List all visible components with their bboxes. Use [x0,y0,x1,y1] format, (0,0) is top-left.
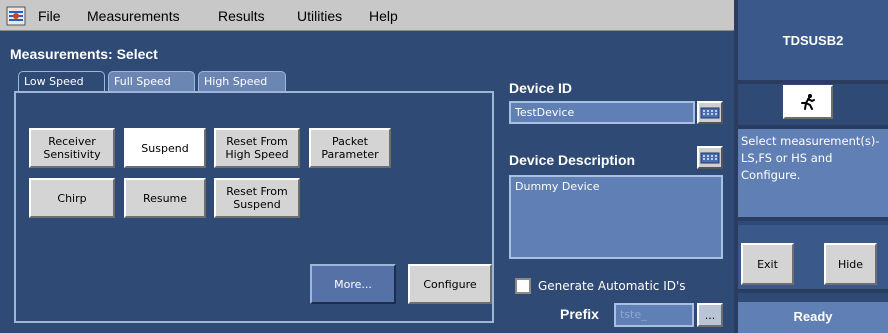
prefix-label: Prefix [560,306,599,322]
resume-button[interactable]: Resume [124,178,206,218]
chirp-button[interactable]: Chirp [29,178,115,218]
device-id-field[interactable]: TestDevice [509,101,695,124]
exit-button[interactable]: Exit [741,243,794,285]
menu-utilities[interactable]: Utilities [297,8,342,24]
tab-low-speed[interactable]: Low Speed [18,71,105,91]
app-logo-icon[interactable] [6,6,26,26]
device-description-label: Device Description [509,152,636,168]
prefix-field[interactable]: tste_ [614,303,694,327]
more-button[interactable]: More... [310,264,396,304]
menu-results[interactable]: Results [218,8,265,24]
generate-ids-checkbox[interactable] [515,278,531,294]
device-id-label: Device ID [509,80,573,96]
status-text: Ready [738,302,888,333]
running-man-icon [801,94,815,110]
side-title: TDSUSB2 [782,33,844,48]
run-button[interactable] [783,85,833,119]
device-description-keyboard-button[interactable] [697,146,723,169]
suspend-button[interactable]: Suspend [124,128,206,168]
tab-full-speed[interactable]: Full Speed [108,71,195,91]
device-description-field[interactable]: Dummy Device [509,175,723,259]
reset-from-suspend-button[interactable]: Reset From Suspend [214,178,300,218]
prefix-browse-button[interactable]: ... [697,303,723,327]
generate-ids-label: Generate Automatic ID's [538,279,686,293]
side-info-text: Select measurement(s)- LS,FS or HS and C… [738,125,888,221]
receiver-sensitivity-button[interactable]: Receiver Sensitivity [29,128,115,168]
packet-parameter-button[interactable]: Packet Parameter [309,128,391,168]
menu-measurements[interactable]: Measurements [87,8,180,24]
device-id-keyboard-button[interactable] [697,101,723,124]
reset-from-high-speed-button[interactable]: Reset From High Speed [214,128,300,168]
section-title: Measurements: Select [10,46,158,62]
tab-high-speed[interactable]: High Speed [198,71,286,91]
menu-file[interactable]: File [38,8,61,24]
menu-help[interactable]: Help [369,8,398,24]
hide-button[interactable]: Hide [824,243,877,285]
keyboard-icon [700,107,720,119]
configure-button[interactable]: Configure [408,264,492,304]
keyboard-icon [700,152,720,164]
